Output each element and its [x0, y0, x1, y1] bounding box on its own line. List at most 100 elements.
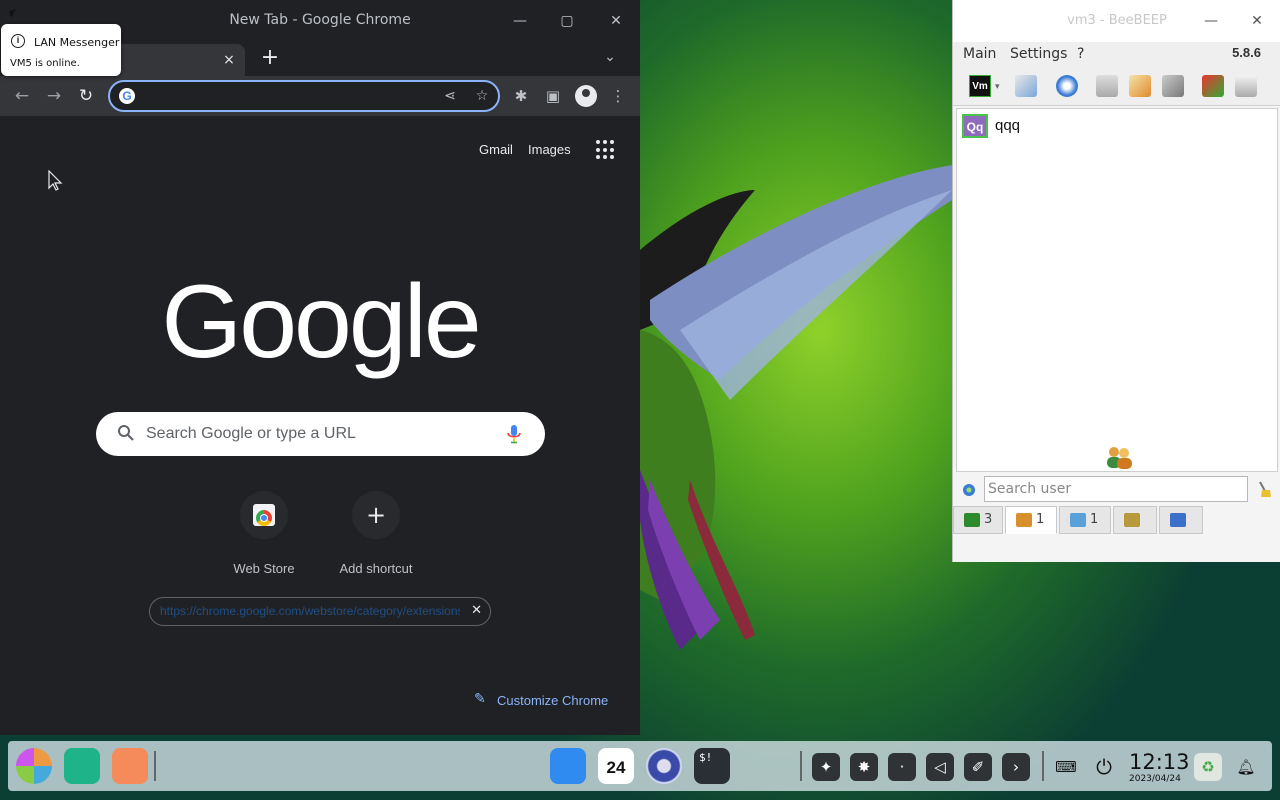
- tools-icon[interactable]: [1162, 75, 1184, 97]
- profile-avatar-icon[interactable]: [575, 85, 597, 107]
- back-button[interactable]: ←: [10, 84, 34, 108]
- beebeep-toolbar: Vm ▾: [953, 66, 1280, 106]
- reload-button[interactable]: ↻: [74, 84, 98, 108]
- terminal-icon[interactable]: $!: [694, 748, 730, 784]
- status-vm-icon[interactable]: Vm: [969, 75, 991, 97]
- close-button[interactable]: ✕: [604, 10, 628, 32]
- taskbar-separator: [1042, 751, 1044, 781]
- trash-icon[interactable]: ♻: [1194, 753, 1222, 781]
- settings-gear-icon[interactable]: [646, 748, 682, 784]
- customize-label: Customize Chrome: [497, 693, 609, 708]
- menu-kebab-icon[interactable]: ⋮: [606, 84, 630, 108]
- launcher-icon[interactable]: [16, 748, 52, 784]
- images-link[interactable]: Images: [528, 142, 571, 157]
- tab-log[interactable]: [1159, 506, 1203, 534]
- user-list: Qq qqq: [956, 108, 1278, 472]
- profile-edit-icon[interactable]: [1015, 75, 1037, 97]
- shortcut-web-store[interactable]: Web Store: [214, 491, 314, 576]
- chevron-down-icon[interactable]: ⌄: [600, 48, 620, 68]
- beebeep-menubar: Main Settings ? 5.8.6: [953, 42, 1280, 66]
- users-icon: [1016, 513, 1032, 527]
- pen-icon[interactable]: ✐: [964, 753, 992, 781]
- note-pencil-icon[interactable]: [1129, 75, 1151, 97]
- shortcut-add[interactable]: + Add shortcut: [326, 491, 426, 576]
- tab-chats[interactable]: 3: [953, 506, 1003, 534]
- microphone-icon[interactable]: [504, 423, 524, 445]
- google-logo: Google: [161, 264, 481, 380]
- side-panel-icon[interactable]: ▣: [541, 84, 565, 108]
- power-icon[interactable]: ⏻: [1090, 753, 1118, 781]
- home-icon[interactable]: [1096, 75, 1118, 97]
- bee-tray-icon[interactable]: ✸: [850, 753, 878, 781]
- chevron-down-icon[interactable]: ▾: [995, 75, 1005, 97]
- address-bar[interactable]: G ⋖ ☆: [108, 80, 500, 112]
- expand-tray-icon[interactable]: ›: [1002, 753, 1030, 781]
- customize-chrome-button[interactable]: ✎ Customize Chrome: [462, 685, 622, 715]
- gmail-link[interactable]: Gmail: [479, 142, 513, 157]
- star-icon[interactable]: ☆: [472, 86, 492, 106]
- beebeep-titlebar: vm3 - BeeBEEP — ✕: [953, 0, 1280, 42]
- broom-clear-icon[interactable]: [1256, 480, 1272, 498]
- users-group-icon: [1107, 447, 1132, 469]
- extensions-icon[interactable]: ✱: [509, 84, 533, 108]
- google-g-icon: G: [119, 88, 135, 104]
- recent-link-chip[interactable]: https://chrome.google.com/webstore/categ…: [149, 597, 491, 626]
- shortcut-circle: +: [352, 491, 400, 539]
- tab-shares[interactable]: [1113, 506, 1157, 534]
- lan-messenger-notification[interactable]: i LAN Messenger VM5 is online.: [1, 24, 121, 76]
- multitask-view-icon[interactable]: [64, 748, 100, 784]
- tab-count: 1: [1036, 512, 1045, 527]
- tab-groups[interactable]: 1: [1059, 506, 1111, 534]
- calendar-icon[interactable]: 24: [598, 748, 634, 784]
- apps-grid-icon[interactable]: [596, 140, 616, 160]
- share-icon[interactable]: ⋖: [440, 86, 460, 106]
- beebeep-tabs: 3 1 1: [953, 506, 1280, 536]
- taskbar-separator: [800, 751, 802, 781]
- tab-close-icon[interactable]: ×: [219, 50, 239, 70]
- shortcut-label: Add shortcut: [339, 561, 413, 576]
- chrome-window: New Tab - Google Chrome — ▢ ✕ × + ⌄ ← → …: [0, 0, 640, 735]
- notification-message: VM5 is online.: [10, 58, 80, 69]
- forward-button[interactable]: →: [42, 84, 66, 108]
- menu-settings[interactable]: Settings: [1010, 46, 1067, 62]
- volume-muted-icon[interactable]: ◁: [926, 753, 954, 781]
- minimize-button[interactable]: —: [1199, 10, 1223, 32]
- ntp-search-box[interactable]: [96, 412, 545, 456]
- groups-icon: [1070, 513, 1086, 527]
- close-button[interactable]: ✕: [1245, 10, 1269, 32]
- info-icon: i: [11, 34, 25, 48]
- clock-time[interactable]: 12:13: [1129, 750, 1190, 774]
- pencil-icon: ✎: [474, 691, 486, 707]
- beebeep-tray-icon[interactable]: ✦: [812, 753, 840, 781]
- clock-date[interactable]: 2023/04/24: [1129, 774, 1181, 784]
- search-user-input[interactable]: [984, 476, 1248, 502]
- search-row: [953, 474, 1280, 504]
- file-manager-icon[interactable]: [550, 748, 586, 784]
- keyboard-icon[interactable]: ⌨: [1052, 753, 1080, 781]
- maximize-button[interactable]: ▢: [555, 10, 579, 32]
- taskbar: 24 $! ✦ ✸ · ◁ ✐ › ⌨ ⏻ 12:13 2023/04/24 ♻…: [8, 741, 1272, 791]
- tab-users[interactable]: 1: [1005, 506, 1057, 534]
- mouse-cursor-icon: [48, 170, 63, 191]
- menu-help[interactable]: ?: [1077, 46, 1084, 62]
- plugins-icon[interactable]: [1202, 75, 1224, 97]
- notification-bell-icon[interactable]: 🔔︎: [1232, 753, 1260, 781]
- user-name: qqq: [995, 117, 1021, 134]
- version-label: 5.8.6: [1232, 45, 1261, 60]
- address-input[interactable]: [144, 85, 434, 107]
- gear-icon[interactable]: [961, 482, 977, 498]
- new-tab-button[interactable]: +: [258, 46, 282, 70]
- web-store-icon: [253, 504, 275, 526]
- menu-main[interactable]: Main: [963, 46, 996, 62]
- trash-icon[interactable]: [1235, 75, 1257, 97]
- beebeep-window: vm3 - BeeBEEP — ✕ Main Settings ? 5.8.6 …: [952, 0, 1280, 562]
- chip-close-icon[interactable]: ✕: [471, 603, 482, 618]
- network-icon[interactable]: [1056, 75, 1078, 97]
- shortcut-label: Web Store: [233, 561, 295, 576]
- network-disconnected-icon[interactable]: ·: [888, 753, 916, 781]
- tab-count: 1: [1090, 512, 1099, 527]
- window-title: vm3 - BeeBEEP: [1067, 13, 1167, 28]
- app-grid-icon[interactable]: [112, 748, 148, 784]
- minimize-button[interactable]: —: [508, 10, 532, 32]
- ntp-search-input[interactable]: [146, 422, 486, 446]
